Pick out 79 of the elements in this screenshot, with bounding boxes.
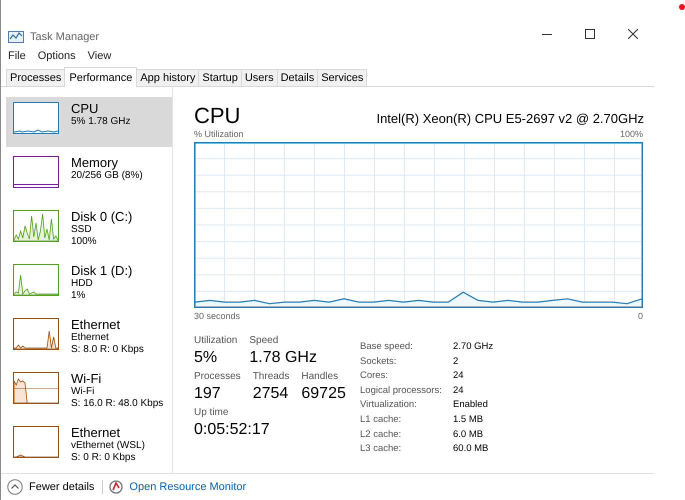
tab[interactable]: App history [136,69,200,86]
info-value: 24 [453,369,465,384]
stat-value: 197 [194,384,222,404]
item-detail: 5% 1.78 GHz [71,116,130,128]
info-label: Logical processors: [360,384,443,398]
tab[interactable]: Startup [198,69,242,86]
info-value: 1.5 MB [453,412,484,427]
gauge-icon [109,480,124,494]
sidebar-item[interactable]: Ethernet vEthernet (WSL) S: 0 R: 0 Kbps [6,421,172,471]
axis-label: 30 seconds [194,311,240,321]
info-label: Sockets: [360,354,398,369]
menu-item[interactable]: View [88,50,112,66]
notification-dot-icon [679,4,685,10]
menu-item[interactable]: File [8,50,26,66]
info-value: 24 [453,384,465,398]
info-label: Base speed: [360,340,414,354]
info-label: Virtualization: [360,398,418,412]
info-value: 2 [453,354,460,369]
item-detail: SSD [71,224,93,236]
item-name: CPU [71,101,100,116]
item-detail: Ethernet [71,332,110,344]
sidebar-item[interactable]: Ethernet Ethernet S: 8.0 R: 0 Kbps [6,313,172,363]
item-detail: HDD [71,278,94,290]
stat-label: Up time [194,406,230,419]
item-name: Ethernet [71,425,122,440]
info-value: 2.70 GHz [453,340,494,354]
item-detail: S: 0 R: 0 Kbps [71,452,136,464]
tab[interactable]: Users [240,69,278,86]
resource-monitor-link[interactable]: Open Resource Monitor [129,481,246,493]
item-name: Memory [71,155,119,170]
tab[interactable]: Performance [64,67,138,87]
stat-label: Handles [301,370,340,383]
info-value: 60.0 MB [453,442,490,456]
item-name: Disk 0 (C:) [71,209,132,224]
item-name: Ethernet [71,317,122,332]
item-name: Disk 1 (D:) [71,263,132,278]
tab[interactable]: Services [317,69,368,86]
axis-label: % Utilization [194,129,244,139]
axis-label: 0 [638,311,643,321]
item-detail: 100% [71,236,98,248]
panel-title: CPU [194,104,240,128]
processor-name: Intel(R) Xeon(R) CPU E5-2697 v2 @ 2.70GHz [376,111,644,126]
fewer-details-button[interactable]: Fewer details [5,479,96,495]
sidebar-item[interactable]: Disk 0 (C:) SSD 100% [6,205,172,255]
close-icon [628,29,638,39]
axis-label: 100% [620,129,643,139]
sidebar-item[interactable]: Memory 20/256 GB (8%) [6,151,172,201]
item-detail: S: 8.0 R: 0 Kbps [71,344,144,356]
sidebar-item[interactable]: Wi-Fi Wi-Fi S: 16.0 R: 48.0 Kbps [6,367,172,417]
stat-value: 69725 [301,384,346,404]
item-detail: vEthernet (WSL) [71,440,145,452]
stat-label: Threads [252,370,290,383]
window-title: Task Manager [30,31,100,43]
stat-label: Utilization [194,334,238,347]
tab[interactable]: Processes [6,69,66,86]
stat-value: 1.78 GHz [249,348,317,368]
stat-value: 5% [194,348,218,368]
item-name: Wi-Fi [71,371,102,386]
app-icon [8,30,24,44]
menu-item[interactable]: Options [38,50,76,66]
item-detail: 20/256 GB (8%) [71,170,143,182]
maximize-icon [584,29,594,39]
info-label: Cores: [360,369,389,384]
info-value: 6.0 MB [453,428,484,442]
item-detail: Wi-Fi [71,386,96,398]
tab[interactable]: Details [276,69,318,86]
stat-value: 2754 [252,384,290,404]
chevron-up-icon [7,479,23,495]
stat-value: 0:05:52:17 [194,420,270,440]
sidebar-item[interactable]: CPU 5% 1.78 GHz [6,97,172,147]
stat-label: Speed [249,334,280,347]
info-value: Enabled [453,398,489,412]
sidebar-item[interactable]: Disk 1 (D:) HDD 1% [6,259,172,309]
stat-label: Processes [194,370,241,383]
info-label: L2 cache: [360,428,402,442]
item-detail: S: 16.0 R: 48.0 Kbps [71,398,164,410]
info-label: L1 cache: [360,412,402,427]
info-label: L3 cache: [360,442,402,456]
item-detail: 1% [71,290,86,302]
